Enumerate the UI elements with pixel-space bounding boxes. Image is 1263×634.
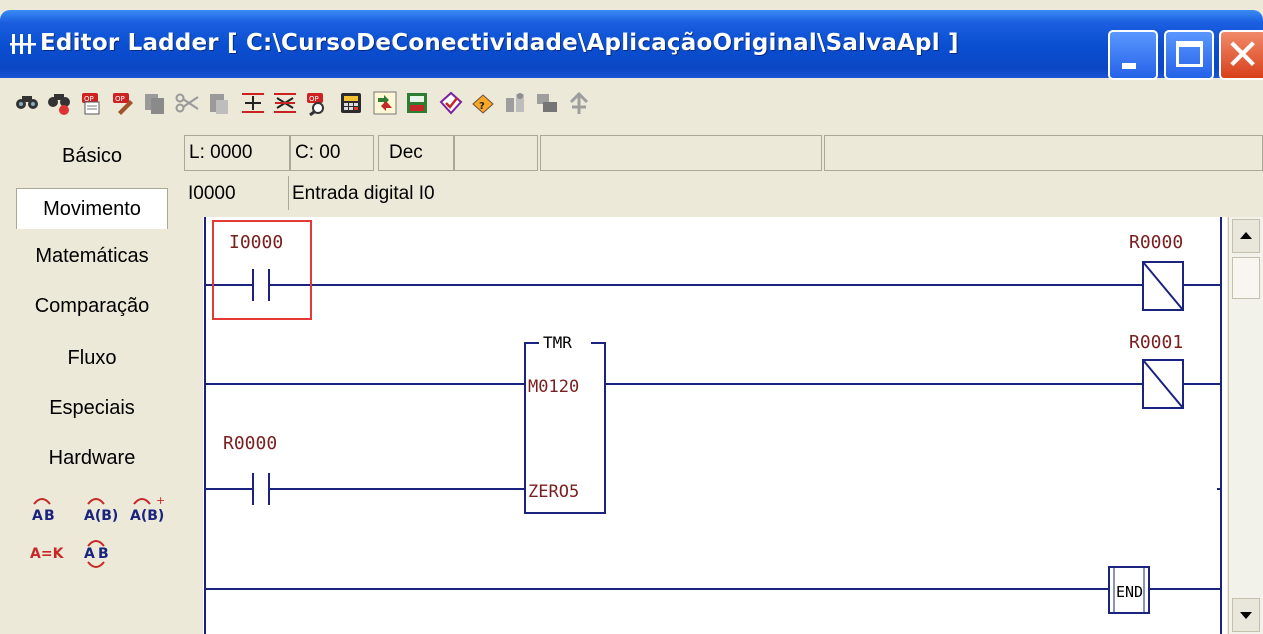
toolbar: OP OP OP ? xyxy=(0,80,1263,130)
operand-info-bar: I0000 Entrada digital I0 xyxy=(184,176,1263,212)
contact-label-2: R0000 xyxy=(223,433,277,454)
column-indicator: C: 00 xyxy=(290,135,374,171)
cut-icon[interactable] xyxy=(174,90,200,116)
app-window: Editor Ladder [ C:\CursoDeConectividade\… xyxy=(0,0,1263,634)
scroll-thumb[interactable] xyxy=(1232,257,1260,299)
status-field-3 xyxy=(824,135,1263,171)
number-base[interactable]: Dec xyxy=(378,135,454,171)
mov-tool-parenthesis-icon[interactable]: A(B) xyxy=(84,498,118,524)
operand-icon[interactable]: OP xyxy=(78,90,104,116)
close-button[interactable]: ✕ xyxy=(1219,30,1263,80)
end-label: END xyxy=(1116,583,1143,601)
edit-operand-icon[interactable]: OP xyxy=(110,90,136,116)
status-field-2 xyxy=(540,135,822,171)
tree-disabled-icon[interactable] xyxy=(566,90,592,116)
delete-line-icon[interactable] xyxy=(272,90,298,116)
line-indicator: L: 0000 xyxy=(184,135,290,171)
status-field-1 xyxy=(454,135,538,171)
category-movimento[interactable]: Movimento xyxy=(16,188,168,229)
maximize-button[interactable] xyxy=(1164,30,1214,80)
rung-1: I0000 R0000 xyxy=(205,220,1221,320)
svg-text:B: B xyxy=(98,546,109,562)
minimize-button[interactable] xyxy=(1108,30,1158,80)
movement-tools: AB A(B) +A(B) A=K AB xyxy=(30,494,165,568)
operand-description: Entrada digital I0 xyxy=(292,183,435,204)
category-matematicas[interactable]: Matemáticas xyxy=(14,236,170,276)
svg-text:A(B): A(B) xyxy=(130,508,164,524)
find-icon[interactable] xyxy=(14,90,40,116)
svg-text:B: B xyxy=(44,508,55,524)
scroll-down-button[interactable] xyxy=(1232,598,1260,632)
title-bar[interactable]: Editor Ladder [ C:\CursoDeConectividade\… xyxy=(0,10,1263,80)
maximize-icon xyxy=(1176,41,1203,67)
mov-tool-swap-icon[interactable]: AB xyxy=(84,540,109,568)
compile-icon[interactable] xyxy=(372,90,398,116)
contact-label: I0000 xyxy=(229,232,283,253)
svg-text:A: A xyxy=(84,546,95,562)
ladder-diagram[interactable]: I0000 R0000 TMR M0120 ZERO5 R0001 R0000 xyxy=(203,217,1227,634)
rung-2: TMR M0120 ZERO5 R0001 xyxy=(205,332,1221,514)
verify-icon[interactable]: ? xyxy=(470,90,496,116)
coil-label-2: R0001 xyxy=(1129,332,1183,353)
category-especiais[interactable]: Especiais xyxy=(14,388,170,428)
svg-text:?: ? xyxy=(479,101,485,112)
category-fluxo[interactable]: Fluxo xyxy=(14,338,170,378)
minimize-icon xyxy=(1122,63,1136,69)
block-param-1: M0120 xyxy=(528,377,579,397)
coil-label: R0000 xyxy=(1129,232,1183,253)
rung-4: END xyxy=(205,566,1221,614)
insert-line-icon[interactable] xyxy=(240,90,266,116)
block-param-2: ZERO5 xyxy=(528,482,579,502)
ladder-app-icon xyxy=(10,34,36,54)
scroll-up-button[interactable] xyxy=(1232,219,1260,253)
operand-search-icon[interactable]: OP xyxy=(304,90,330,116)
paste-disabled-icon[interactable] xyxy=(206,90,232,116)
svg-text:A(B): A(B) xyxy=(84,508,118,524)
category-basico[interactable]: Básico xyxy=(14,136,170,176)
mov-tool-icon[interactable]: AB xyxy=(32,498,55,524)
vertical-scrollbar[interactable] xyxy=(1228,217,1263,634)
svg-text:+: + xyxy=(156,494,165,507)
find-next-icon[interactable] xyxy=(46,90,72,116)
close-icon: ✕ xyxy=(1225,30,1261,79)
svg-text:OP: OP xyxy=(309,95,319,103)
arrow-down-icon xyxy=(1240,612,1252,619)
svg-text:A: A xyxy=(32,508,43,524)
instruction-categories: Básico Movimento Matemáticas Comparação … xyxy=(0,130,184,634)
mov-tool-constant-icon[interactable]: A=K xyxy=(30,546,65,562)
category-hardware[interactable]: Hardware xyxy=(14,438,170,478)
mov-tool-parenthesis-plus-icon[interactable]: +A(B) xyxy=(130,494,165,524)
check-icon[interactable] xyxy=(438,90,464,116)
selected-operand: I0000 xyxy=(184,176,289,210)
save-to-plc-icon[interactable] xyxy=(404,90,430,116)
copy-disabled-icon[interactable] xyxy=(142,90,168,116)
block-type: TMR xyxy=(543,333,572,352)
transfer-icon[interactable] xyxy=(502,90,528,116)
svg-text:A=K: A=K xyxy=(30,546,65,562)
status-bar: L: 0000 C: 00 Dec xyxy=(184,135,1263,173)
window-title: Editor Ladder [ C:\CursoDeConectividade\… xyxy=(40,30,959,56)
arrow-up-icon xyxy=(1240,232,1252,239)
category-comparacao[interactable]: Comparação xyxy=(14,286,170,326)
rung-3: R0000 xyxy=(205,433,1221,505)
svg-text:OP: OP xyxy=(115,95,125,103)
calculator-icon[interactable] xyxy=(338,90,364,116)
send-disabled-icon[interactable] xyxy=(534,90,560,116)
